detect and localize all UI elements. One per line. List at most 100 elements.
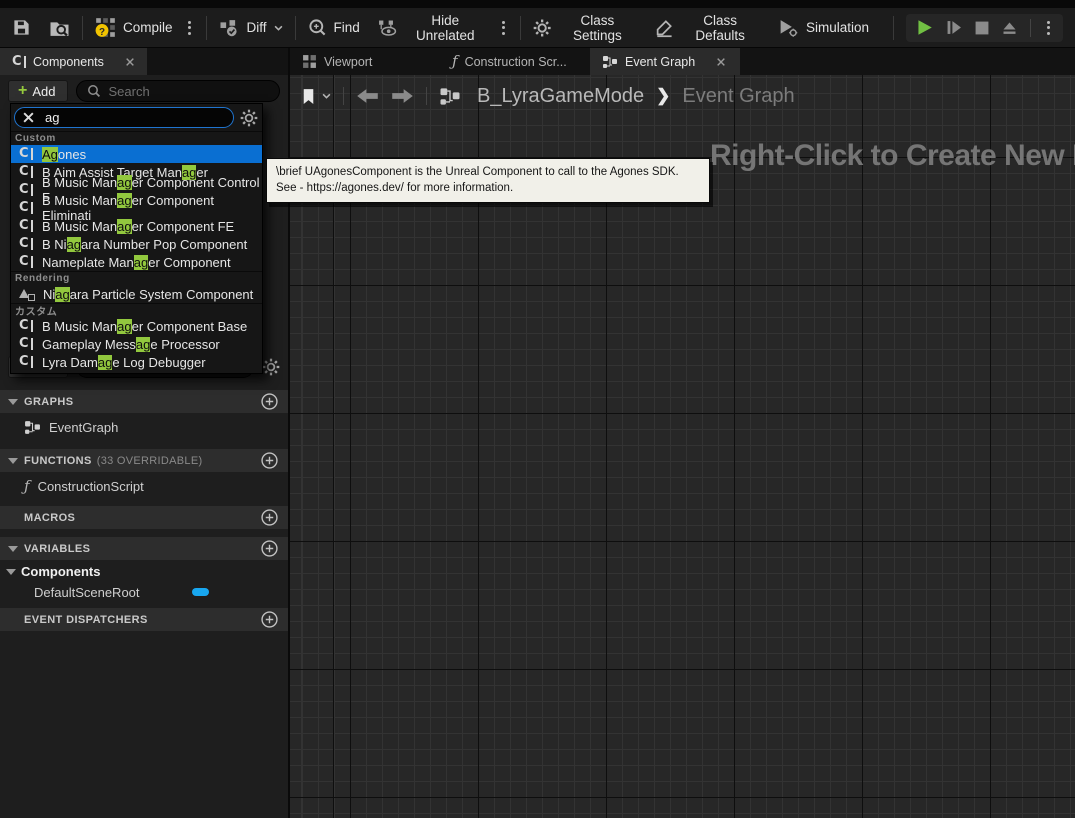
kebab-icon [499, 21, 508, 35]
search-result-item[interactable]: CAgones [11, 145, 262, 163]
search-options-gear-icon[interactable] [240, 109, 258, 127]
compile-options-button[interactable] [185, 21, 194, 35]
section-macros[interactable]: MACROS [0, 506, 288, 529]
component-icon: C [19, 183, 33, 197]
arrow-right-icon [391, 88, 414, 104]
result-label: Gameplay Message Processor [42, 337, 220, 352]
eject-button[interactable] [1002, 21, 1017, 35]
component-icon: C [19, 355, 33, 369]
search-results-list: CustomCAgonesCB Aim Assist Target Manage… [11, 131, 262, 373]
event-graph-item[interactable]: EventGraph [0, 414, 288, 441]
event-dispatchers-section-label: EVENT DISPATCHERS [24, 614, 148, 626]
breadcrumb-separator [426, 87, 427, 105]
find-icon [308, 18, 327, 37]
find-label: Find [334, 20, 360, 35]
variable-type-pill[interactable] [192, 588, 209, 596]
search-result-item[interactable]: CB Music Manager Component FE [11, 217, 262, 235]
close-icon[interactable] [125, 57, 135, 67]
diff-button[interactable]: Diff [219, 19, 283, 37]
search-result-item[interactable]: Niagara Particle System Component [11, 285, 262, 303]
add-graph-button[interactable] [261, 393, 278, 410]
hide-unrelated-icon [378, 19, 397, 37]
breadcrumb-current-graph: Event Graph [682, 85, 794, 108]
hide-unrelated-label: Hide Unrelated [404, 13, 487, 43]
my-blueprint-panel: GRAPHS EventGraph FUNCTIONS (33 OVERRIDA… [0, 390, 288, 632]
toolbar-separator [82, 16, 83, 40]
search-result-item[interactable]: CB Music Manager Component Eliminati [11, 199, 262, 217]
compile-button[interactable]: ? Compile [95, 17, 173, 38]
graph-breadcrumb-row: B_LyraGameMode ❯ Event Graph [302, 81, 795, 111]
tab-construction-script[interactable]: ƒ Construction Scr... [440, 48, 590, 75]
hide-unrelated-options-button[interactable] [499, 21, 508, 35]
add-function-button[interactable] [261, 452, 278, 469]
chevron-down-icon [322, 93, 331, 99]
class-defaults-label: Class Defaults [680, 13, 760, 43]
graph-tabstrip: Viewport ƒ Construction Scr... Event Gra… [290, 48, 1075, 75]
tab-viewport[interactable]: Viewport [290, 48, 440, 75]
play-options-button[interactable] [1044, 21, 1053, 35]
plus-circle-icon [261, 393, 278, 410]
construction-script-item[interactable]: ƒ ConstructionScript [0, 473, 288, 500]
add-macro-button[interactable] [261, 509, 278, 526]
main-toolbar: ? Compile Diff Find Hide Unrelated Class… [0, 8, 1075, 48]
result-label: B Niagara Number Pop Component [42, 237, 247, 252]
components-search-input[interactable]: Search [76, 80, 280, 102]
search-result-item[interactable]: CNameplate Manager Component [11, 253, 262, 271]
add-component-button[interactable]: + Add [8, 80, 68, 102]
breadcrumb-blueprint-name[interactable]: B_LyraGameMode [477, 85, 644, 108]
close-icon[interactable] [716, 57, 726, 67]
add-variable-button[interactable] [261, 540, 278, 557]
find-button[interactable]: Find [308, 18, 360, 37]
add-event-dispatcher-button[interactable] [261, 611, 278, 628]
section-event-dispatchers[interactable]: EVENT DISPATCHERS [0, 608, 288, 631]
section-functions[interactable]: FUNCTIONS (33 OVERRIDABLE) [0, 449, 288, 472]
save-button[interactable] [12, 18, 31, 37]
variables-category-components[interactable]: Components [0, 561, 288, 582]
event-graph-label: EventGraph [49, 420, 118, 435]
class-settings-button[interactable]: Class Settings [533, 13, 637, 43]
section-graphs[interactable]: GRAPHS [0, 390, 288, 413]
tab-event-graph-label: Event Graph [625, 55, 695, 69]
function-icon: ƒ [24, 479, 30, 494]
my-blueprint-settings-gear-icon[interactable] [262, 358, 280, 376]
play-button[interactable] [916, 19, 933, 36]
section-variables[interactable]: VARIABLES [0, 537, 288, 560]
nav-back-button[interactable] [356, 88, 379, 104]
variable-default-scene-root[interactable]: DefaultSceneRoot [0, 582, 288, 602]
simulation-button[interactable]: Simulation [778, 19, 869, 37]
search-result-item[interactable]: CB Niagara Number Pop Component [11, 235, 262, 253]
toolbar-separator [893, 16, 894, 40]
result-section-label: カスタム [11, 303, 262, 317]
stop-button[interactable] [975, 21, 989, 35]
browse-button[interactable] [49, 19, 70, 37]
component-icon: C [19, 147, 33, 161]
component-icon: C [19, 337, 33, 351]
folder-search-icon [49, 19, 70, 37]
frame-skip-button[interactable] [946, 20, 962, 35]
tab-event-graph[interactable]: Event Graph [590, 48, 740, 75]
variables-section-label: VARIABLES [24, 543, 90, 555]
search-query-text: ag [45, 110, 59, 125]
tab-components[interactable]: C Components [0, 48, 147, 75]
result-label: B Music Manager Component FE [42, 219, 234, 234]
toolbar-separator [520, 16, 521, 40]
breadcrumb-separator [343, 87, 344, 105]
breadcrumb-chevron-icon: ❯ [656, 86, 670, 106]
function-icon: ƒ [452, 54, 458, 69]
component-search-query-input[interactable]: ag [14, 107, 234, 128]
component-icon: C [12, 55, 26, 69]
clear-search-icon[interactable] [22, 111, 35, 124]
search-result-item[interactable]: CLyra Damage Log Debugger [11, 353, 262, 371]
arrow-left-icon [356, 88, 379, 104]
bookmarks-button[interactable] [302, 88, 331, 105]
nav-forward-button[interactable] [391, 88, 414, 104]
graph-icon [602, 55, 618, 69]
search-result-item[interactable]: CB Music Manager Component Base [11, 317, 262, 335]
search-result-item[interactable]: C Gameplay Message Processor [11, 335, 262, 353]
class-defaults-button[interactable]: Class Defaults [655, 13, 760, 43]
tooltip: \brief UAgonesComponent is the Unreal Co… [266, 158, 710, 203]
tab-construction-label: Construction Scr... [465, 55, 567, 69]
window-top-strip [0, 0, 1075, 8]
svg-text:?: ? [99, 27, 105, 38]
hide-unrelated-button[interactable]: Hide Unrelated [378, 13, 487, 43]
